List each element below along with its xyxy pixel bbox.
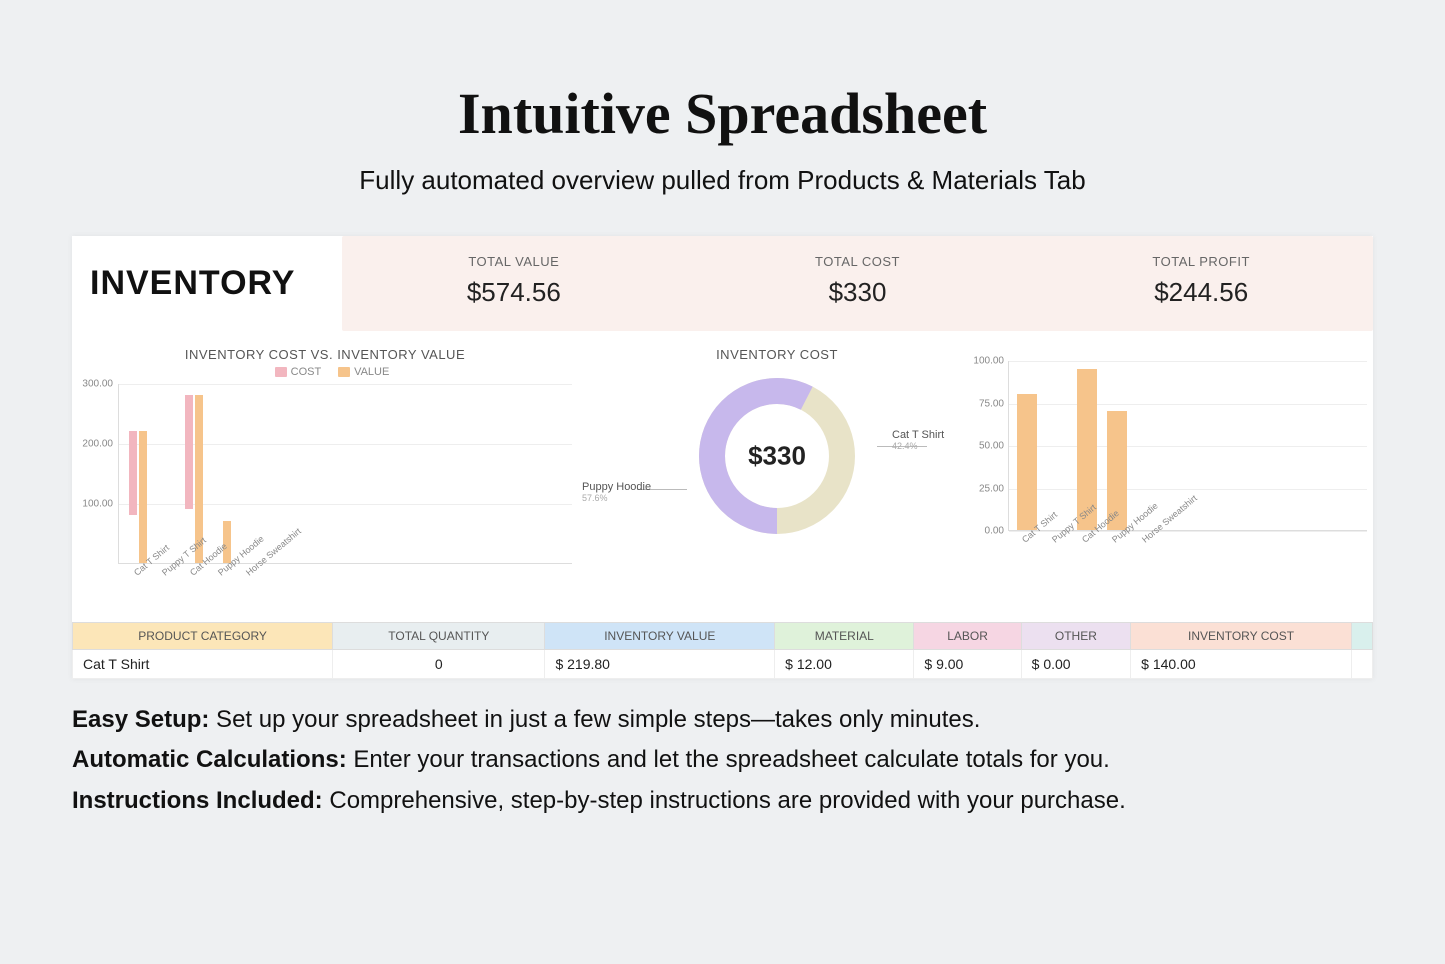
- chart-x-labels: Cat T ShirtPuppy T ShirtCat HoodiePuppy …: [118, 564, 572, 614]
- kpi-bar: TOTAL VALUE $574.56 TOTAL COST $330 TOTA…: [342, 236, 1373, 331]
- donut-slice-name: Puppy Hoodie: [582, 481, 651, 493]
- th-labor: LABOR: [914, 623, 1021, 650]
- th-trailing: [1352, 623, 1373, 650]
- donut-slice-name: Cat T Shirt: [892, 429, 944, 441]
- inventory-heading: INVENTORY: [72, 236, 342, 331]
- inventory-table: PRODUCT CATEGORY TOTAL QUANTITY INVENTOR…: [72, 622, 1373, 679]
- legend-label-value: VALUE: [354, 366, 389, 378]
- chart-legend: COST VALUE: [78, 366, 572, 378]
- td-qty: 0: [333, 650, 545, 679]
- feature-line: Instructions Included: Comprehensive, st…: [72, 782, 1373, 820]
- feature-text: Set up your spreadsheet in just a few si…: [209, 706, 980, 733]
- td-other: $ 0.00: [1021, 650, 1131, 679]
- legend-label-cost: COST: [291, 366, 321, 378]
- kpi-label: TOTAL VALUE: [342, 254, 686, 269]
- kpi-total-cost: TOTAL COST $330: [686, 236, 1030, 331]
- kpi-value: $330: [686, 277, 1030, 308]
- chart-title: INVENTORY COST: [582, 347, 972, 362]
- kpi-value: $244.56: [1029, 277, 1373, 308]
- td-labor: $ 9.00: [914, 650, 1021, 679]
- spreadsheet-screenshot: INVENTORY TOTAL VALUE $574.56 TOTAL COST…: [72, 236, 1373, 679]
- th-product-category: PRODUCT CATEGORY: [73, 623, 333, 650]
- td-invcost: $ 140.00: [1131, 650, 1352, 679]
- legend-swatch-value: [338, 367, 350, 377]
- kpi-total-profit: TOTAL PROFIT $244.56: [1029, 236, 1373, 331]
- donut-label-left: Puppy Hoodie 57.6%: [582, 481, 651, 503]
- donut-slice-pct: 42.4%: [892, 441, 944, 451]
- kpi-label: TOTAL PROFIT: [1029, 254, 1373, 269]
- td-trailing: [1352, 650, 1373, 679]
- feature-bold: Automatic Calculations:: [72, 746, 347, 773]
- feature-text: Enter your transactions and let the spre…: [347, 746, 1110, 773]
- chart-x-labels: Cat T ShirtPuppy T ShirtCat HoodiePuppy …: [1008, 531, 1367, 581]
- donut: $330: [687, 366, 867, 546]
- td-category: Cat T Shirt: [73, 650, 333, 679]
- kpi-total-value: TOTAL VALUE $574.56: [342, 236, 686, 331]
- table-header-row: PRODUCT CATEGORY TOTAL QUANTITY INVENTOR…: [73, 623, 1373, 650]
- donut-slice-pct: 57.6%: [582, 493, 651, 503]
- th-other: OTHER: [1021, 623, 1131, 650]
- donut-center-value: $330: [748, 441, 806, 472]
- th-inventory-cost: INVENTORY COST: [1131, 623, 1352, 650]
- kpi-value: $574.56: [342, 277, 686, 308]
- td-material: $ 12.00: [775, 650, 914, 679]
- feature-text: Comprehensive, step-by-step instructions…: [323, 787, 1126, 814]
- page-title: Intuitive Spreadsheet: [72, 80, 1373, 147]
- feature-list: Easy Setup: Set up your spreadsheet in j…: [72, 701, 1373, 820]
- chart-right-bar: 0.0025.0050.0075.00100.00 Cat T ShirtPup…: [972, 341, 1373, 614]
- page-subtitle: Fully automated overview pulled from Pro…: [72, 165, 1373, 196]
- th-total-quantity: TOTAL QUANTITY: [333, 623, 545, 650]
- legend-swatch-cost: [275, 367, 287, 377]
- feature-line: Easy Setup: Set up your spreadsheet in j…: [72, 701, 1373, 739]
- kpi-label: TOTAL COST: [686, 254, 1030, 269]
- chart-title: INVENTORY COST VS. INVENTORY VALUE: [78, 347, 572, 362]
- chart-plot-area: 100.00200.00300.00: [118, 384, 572, 564]
- donut-label-right: Cat T Shirt 42.4%: [892, 429, 944, 451]
- th-inventory-value: INVENTORY VALUE: [545, 623, 775, 650]
- feature-bold: Instructions Included:: [72, 787, 323, 814]
- feature-line: Automatic Calculations: Enter your trans…: [72, 741, 1373, 779]
- chart-cost-vs-value: INVENTORY COST VS. INVENTORY VALUE COST …: [72, 341, 582, 614]
- table-row: Cat T Shirt 0 $ 219.80 $ 12.00 $ 9.00 $ …: [73, 650, 1373, 679]
- th-material: MATERIAL: [775, 623, 914, 650]
- feature-bold: Easy Setup:: [72, 706, 209, 733]
- td-value: $ 219.80: [545, 650, 775, 679]
- chart-inventory-cost-donut: INVENTORY COST $330 Cat T Shirt 42.4% Pu…: [582, 341, 972, 614]
